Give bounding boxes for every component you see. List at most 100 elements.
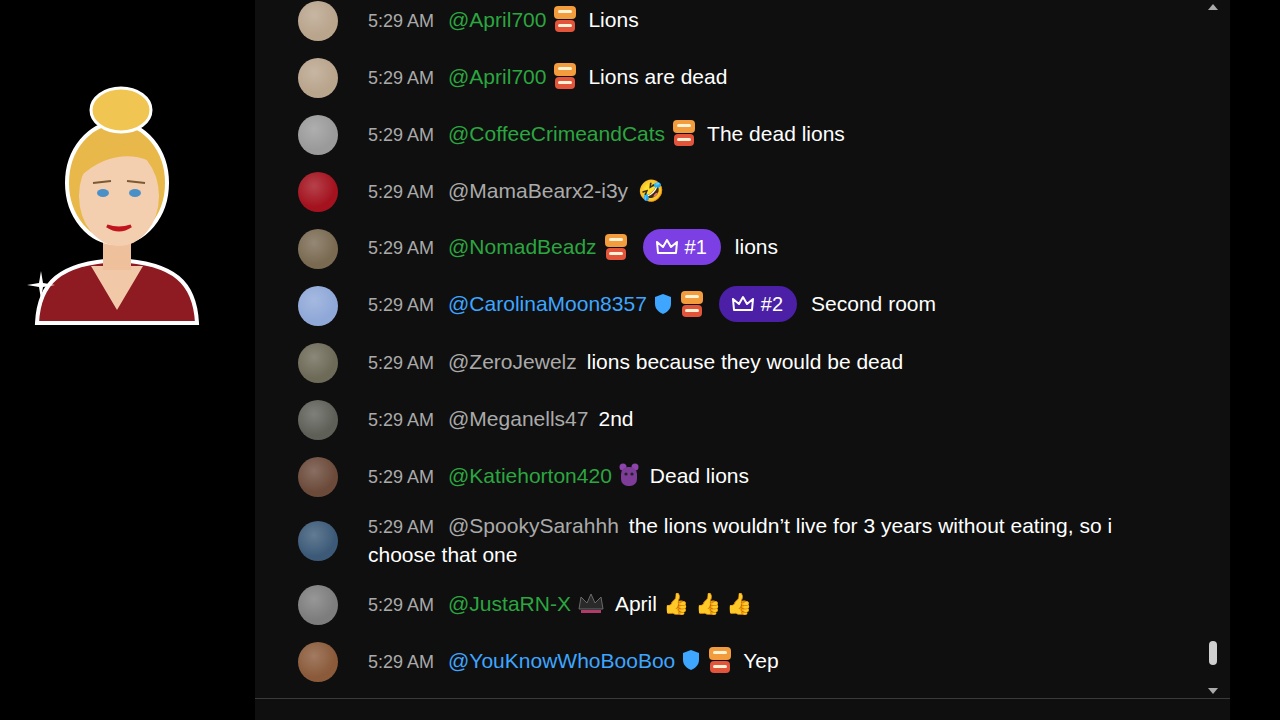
chat-message: 5:29 AM @April700 Lions bbox=[298, 0, 1200, 49]
stream-page: 5:29 AM @April700 Lions 5:29 AM @April700 Lio… bbox=[0, 0, 1280, 720]
user-badge bbox=[552, 4, 578, 34]
right-margin bbox=[1230, 0, 1280, 720]
user-name[interactable]: @CoffeeCrimeandCats bbox=[448, 122, 665, 145]
message-content: 5:29 AM@CoffeeCrimeandCatsThe dead lions bbox=[368, 120, 845, 149]
user-name[interactable]: @Katiehorton420 bbox=[448, 464, 612, 487]
member-wat-badge-icon bbox=[552, 4, 578, 34]
message-time: 5:29 AM bbox=[368, 295, 434, 315]
chat-message: 5:29 AM @CarolinaMoon8357 #2 Second room bbox=[298, 277, 1200, 334]
message-text: Lions are dead bbox=[588, 65, 727, 88]
user-name[interactable]: @Meganells47 bbox=[448, 407, 588, 430]
user-name[interactable]: @JustaRN-X bbox=[448, 592, 571, 615]
user-avatar[interactable] bbox=[298, 172, 338, 212]
chat-message: 5:29 AM @YouKnowWhoBooBoo Yep bbox=[298, 633, 1200, 690]
message-content: 5:29 AM @April700 Lions bbox=[368, 6, 639, 35]
member-wat-badge-icon bbox=[707, 645, 733, 675]
message-time: 5:29 AM bbox=[368, 595, 434, 615]
user-name[interactable]: @CarolinaMoon8357 bbox=[448, 292, 647, 315]
message-text: 🤣 bbox=[638, 179, 664, 202]
user-name[interactable]: @NomadBeadz bbox=[448, 235, 597, 258]
message-text: April 👍 👍 👍 bbox=[615, 592, 753, 615]
message-text: lions bbox=[735, 235, 778, 258]
streamer-overlay bbox=[0, 0, 255, 720]
chat-message: 5:29 AM@April700Lions are dead bbox=[298, 49, 1200, 106]
user-badge bbox=[577, 591, 605, 615]
user-avatar[interactable] bbox=[298, 229, 338, 269]
message-content: 5:29 AM @JustaRN-X April 👍 👍 👍 bbox=[368, 590, 752, 619]
user-avatar[interactable] bbox=[298, 585, 338, 625]
message-text: Yep bbox=[743, 649, 778, 672]
user-badge bbox=[681, 649, 701, 671]
moderator-shield-icon bbox=[681, 649, 701, 671]
crown-icon bbox=[655, 237, 679, 257]
message-text: The dead lions bbox=[707, 122, 845, 145]
user-badge bbox=[552, 61, 578, 91]
user-badge bbox=[603, 232, 629, 262]
message-content: 5:29 AM @Katiehorton420 Dead lions bbox=[368, 462, 749, 491]
message-time: 5:29 AM bbox=[368, 652, 434, 672]
chat-message-list: 5:29 AM @April700 Lions 5:29 AM @April700 Lio… bbox=[255, 0, 1200, 698]
message-content: 5:29 AM @MamaBearx2-i3y 🤣 bbox=[368, 177, 664, 206]
chat-message: 5:29 AM@CoffeeCrimeandCatsThe dead lions bbox=[298, 106, 1200, 163]
message-text: lions because they would be dead bbox=[587, 350, 903, 373]
user-badge bbox=[707, 645, 733, 675]
message-time: 5:29 AM bbox=[368, 238, 434, 258]
message-time: 5:29 AM bbox=[368, 353, 434, 373]
chat-message: 5:29 AM @NomadBeadz #1 lions bbox=[298, 220, 1200, 277]
member-wat-badge-icon bbox=[603, 232, 629, 262]
scrollbar[interactable] bbox=[1200, 0, 1230, 698]
user-avatar[interactable] bbox=[298, 521, 338, 561]
message-content: 5:29 AM@Meganells472nd bbox=[368, 405, 634, 434]
user-badge bbox=[679, 289, 705, 319]
user-avatar[interactable] bbox=[298, 58, 338, 98]
scroll-thumb[interactable] bbox=[1209, 641, 1217, 665]
message-time: 5:29 AM bbox=[368, 182, 434, 202]
message-time: 5:29 AM bbox=[368, 517, 434, 537]
message-content: 5:29 AM@CarolinaMoon8357#2Second room bbox=[368, 290, 936, 322]
rank-pill: #2 bbox=[719, 286, 797, 322]
scroll-track[interactable] bbox=[1208, 14, 1218, 684]
message-content: 5:29 AM@NomadBeadz#1lions bbox=[368, 233, 778, 265]
member-wat-badge-icon bbox=[552, 61, 578, 91]
user-name[interactable]: @April700 bbox=[448, 65, 546, 88]
user-avatar[interactable] bbox=[298, 400, 338, 440]
user-avatar[interactable] bbox=[298, 642, 338, 682]
user-badge bbox=[671, 118, 697, 148]
user-name[interactable]: @MamaBearx2-i3y bbox=[448, 179, 628, 202]
user-badge bbox=[653, 293, 673, 315]
message-time: 5:29 AM bbox=[368, 410, 434, 430]
user-avatar[interactable] bbox=[298, 457, 338, 497]
user-name[interactable]: @YouKnowWhoBooBoo bbox=[448, 649, 675, 672]
message-text: Dead lions bbox=[650, 464, 749, 487]
message-time: 5:29 AM bbox=[368, 11, 434, 31]
chat-message: 5:29 AM@SpookySarahhhthe lions wouldn’t … bbox=[298, 505, 1200, 576]
user-name[interactable]: @SpookySarahhh bbox=[448, 514, 619, 537]
user-avatar[interactable] bbox=[298, 343, 338, 383]
message-content: 5:29 AM @ZeroJewelz lions because they wou… bbox=[368, 348, 903, 377]
message-time: 5:29 AM bbox=[368, 467, 434, 487]
user-avatar[interactable] bbox=[298, 1, 338, 41]
user-name[interactable]: @April700 bbox=[448, 8, 546, 31]
chat-message: 5:29 AM @Katiehorton420 Dead lions bbox=[298, 448, 1200, 505]
message-text: Second room bbox=[811, 292, 936, 315]
crown-icon bbox=[731, 294, 755, 314]
user-name[interactable]: @ZeroJewelz bbox=[448, 350, 577, 373]
streamer-cartoon-icon bbox=[29, 78, 205, 328]
member-crown-badge-icon bbox=[577, 591, 605, 615]
chat-message: 5:29 AM @ZeroJewelz lions because they wou… bbox=[298, 334, 1200, 391]
member-bear-badge-icon bbox=[618, 462, 640, 488]
message-content: 5:29 AM @YouKnowWhoBooBoo Yep bbox=[368, 647, 779, 676]
user-avatar[interactable] bbox=[298, 115, 338, 155]
scroll-up-icon[interactable] bbox=[1206, 0, 1220, 14]
rank-pill: #1 bbox=[643, 229, 721, 265]
scroll-down-icon[interactable] bbox=[1206, 684, 1220, 698]
user-badge bbox=[618, 462, 640, 488]
message-content: 5:29 AM@April700Lions are dead bbox=[368, 63, 727, 92]
message-text: Lions bbox=[588, 8, 638, 31]
user-avatar[interactable] bbox=[298, 286, 338, 326]
chat-input-area bbox=[255, 698, 1230, 720]
chat-message: 5:29 AM@Meganells472nd bbox=[298, 391, 1200, 448]
moderator-shield-icon bbox=[653, 293, 673, 315]
sparkle-icon bbox=[26, 270, 56, 300]
member-wat-badge-icon bbox=[671, 118, 697, 148]
